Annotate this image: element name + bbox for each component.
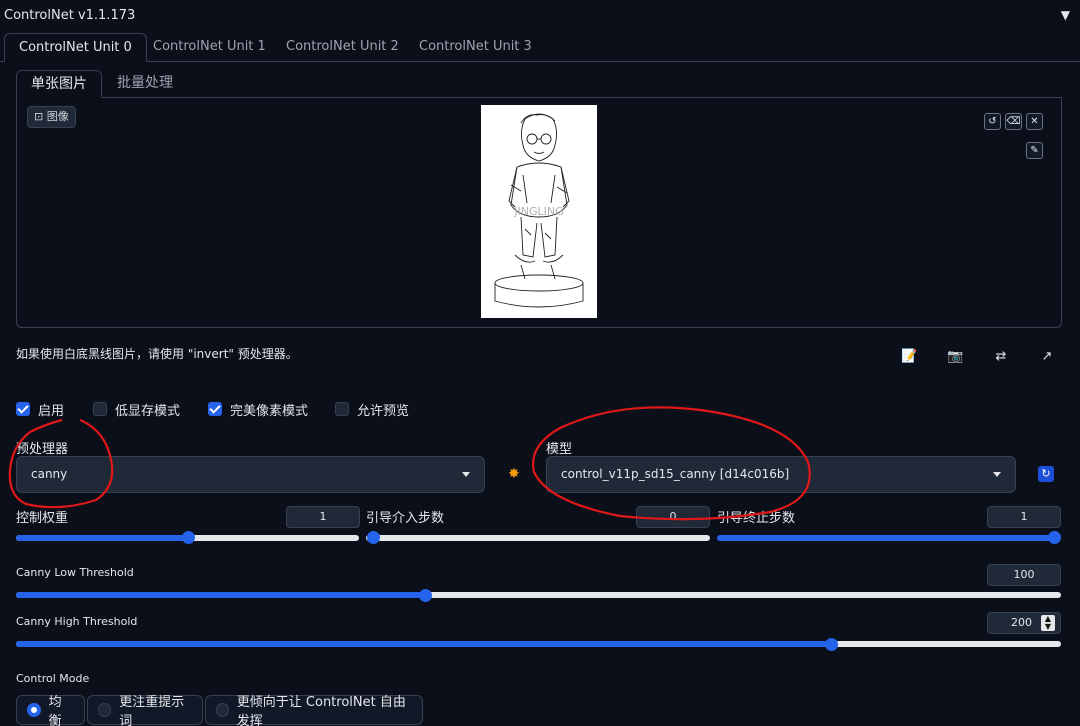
annotation-overlay (8, 406, 811, 521)
annotation-circle-preprocessor (8, 418, 114, 509)
annotation-circle-model (531, 406, 811, 521)
